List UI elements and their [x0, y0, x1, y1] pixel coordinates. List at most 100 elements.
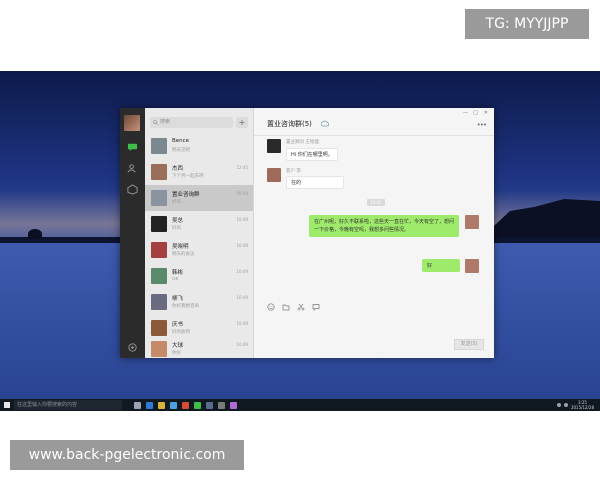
emoji-icon[interactable]	[267, 296, 275, 311]
user-avatar[interactable]	[124, 115, 140, 131]
own-message-bubble[interactable]: 好	[422, 259, 460, 272]
chat-item[interactable]: 吴晓明 明天的会议 10:49	[145, 237, 253, 263]
wechat-window: 搜索 + Bence 明天见吧 杰西 下个月一起去吧 12:45 置业咨询群 好…	[120, 108, 494, 358]
chat-snippet: 明天的会议	[172, 252, 195, 257]
message-avatar[interactable]	[267, 139, 281, 153]
chat-name: 吴总	[172, 218, 184, 224]
chat-item[interactable]: 大球 你好 10:49	[145, 336, 253, 362]
chat-item-active[interactable]: 置业咨询群 好的 09:49	[145, 185, 253, 211]
own-message-bubble[interactable]: 在广州呢，好久不联系啦，这些天一直在忙，今天有空了，想问一下价格，今晚有空吗，我…	[309, 215, 459, 237]
compose-toolbar	[267, 296, 320, 311]
chat-snippet: 好的收到	[172, 330, 190, 335]
url-watermark-label: www.back-pgelectronic.com	[10, 440, 244, 470]
message-timestamp: 10:41	[367, 199, 385, 206]
wechat-sidebar	[120, 108, 145, 358]
scissors-icon[interactable]	[297, 296, 305, 311]
chat-name: 大球	[172, 343, 184, 349]
task-view-icon[interactable]	[134, 401, 141, 409]
taskbar-clock[interactable]: 3:25 2015/12/28	[571, 400, 594, 410]
chat-time: 10:49	[236, 321, 248, 326]
windows-start-icon[interactable]	[0, 399, 14, 411]
search-placeholder: 搜索	[160, 119, 171, 125]
chat-avatar	[151, 138, 167, 154]
network-icon[interactable]	[556, 403, 561, 407]
explorer-icon[interactable]	[158, 401, 165, 409]
chat-time: 12:45	[236, 165, 248, 170]
search-input[interactable]: 搜索	[150, 117, 233, 128]
chat-name: 置业咨询群	[172, 192, 200, 198]
cloud-icon	[321, 120, 329, 127]
chat-list: 搜索 + Bence 明天见吧 杰西 下个月一起去吧 12:45 置业咨询群 好…	[145, 108, 254, 358]
chat-name: Bence	[172, 138, 190, 144]
chat-snippet: 你好	[172, 351, 181, 356]
message-sender: 客户 李	[286, 169, 301, 174]
app-icon[interactable]	[206, 401, 213, 409]
chat-snippet: 好的	[172, 200, 181, 205]
chat-item[interactable]: Bence 明天见吧	[145, 133, 253, 159]
folder-icon[interactable]	[282, 296, 290, 311]
chat-name: 杰西	[172, 166, 184, 172]
desktop-screenshot: 搜索 + Bence 明天见吧 杰西 下个月一起去吧 12:45 置业咨询群 好…	[0, 71, 600, 411]
app-icon[interactable]	[182, 401, 189, 409]
chat-name: 柳飞	[172, 296, 184, 302]
chat-name: 韩彬	[172, 270, 184, 276]
own-avatar[interactable]	[465, 259, 479, 273]
taskbar-search-input[interactable]: 在这里输入你要搜索的内容	[14, 400, 122, 410]
chat-time: 10:49	[236, 342, 248, 347]
chat-time: 10:49	[236, 243, 248, 248]
close-icon[interactable]: ✕	[484, 110, 488, 116]
volume-icon[interactable]	[563, 403, 568, 407]
tree-silhouette	[28, 229, 42, 239]
conversation-pane: 置业咨询群(5) — □ ✕ ••• 置业顾问 王经理 Hi 你们在哪里啊。 客…	[254, 108, 494, 358]
chat-icon[interactable]	[127, 141, 138, 152]
chat-item[interactable]: 韩彬 OK 10:49	[145, 263, 253, 289]
chat-snippet: 你好我想咨询	[172, 304, 199, 309]
minimize-icon[interactable]: —	[463, 110, 468, 116]
message-avatar[interactable]	[267, 168, 281, 182]
store-icon[interactable]	[170, 401, 177, 409]
page: 搜索 + Bence 明天见吧 杰西 下个月一起去吧 12:45 置业咨询群 好…	[0, 0, 600, 480]
chat-time: 09:49	[236, 191, 248, 196]
search-icon	[153, 120, 158, 125]
add-chat-button[interactable]: +	[236, 117, 248, 128]
chat-avatar	[151, 242, 167, 258]
maximize-icon[interactable]: □	[473, 110, 478, 116]
send-button[interactable]: 发送(S)	[454, 339, 484, 350]
tg-watermark-label: TG: MYYJJPP	[465, 9, 589, 39]
contacts-icon[interactable]	[127, 163, 138, 174]
chat-bubble-icon[interactable]	[312, 296, 320, 311]
system-tray: 3:25 2015/12/28	[556, 400, 600, 410]
chat-item[interactable]: 吴总 好的 10:49	[145, 211, 253, 237]
chat-item[interactable]: 杰西 下个月一起去吧 12:45	[145, 159, 253, 185]
chat-avatar	[151, 341, 167, 357]
chat-avatar	[151, 190, 167, 206]
chat-snippet: 明天见吧	[172, 148, 190, 153]
message-bubble[interactable]: 在的	[286, 176, 344, 189]
wechat-taskbar-icon[interactable]	[194, 401, 201, 409]
chat-avatar	[151, 164, 167, 180]
taskbar-apps	[134, 401, 237, 409]
chat-avatar	[151, 320, 167, 336]
chat-avatar	[151, 268, 167, 284]
favorites-icon[interactable]	[127, 184, 138, 195]
app-icon[interactable]	[218, 401, 225, 409]
app-icon[interactable]	[230, 401, 237, 409]
conversation-title: 置业咨询群(5)	[267, 120, 312, 128]
chat-snippet: 下个月一起去吧	[172, 174, 204, 179]
clock-date: 2015/12/28	[570, 405, 594, 410]
own-avatar[interactable]	[465, 215, 479, 229]
windows-taskbar: 在这里输入你要搜索的内容 3:25 2015/12/28	[0, 399, 600, 411]
chat-item[interactable]: 柳飞 你好我想咨询 10:49	[145, 289, 253, 315]
message-bubble[interactable]: Hi 你们在哪里啊。	[286, 148, 338, 161]
chat-snippet: 好的	[172, 226, 181, 231]
edge-icon[interactable]	[146, 401, 153, 409]
chat-name: 吴晓明	[172, 244, 189, 250]
chat-time: 10:49	[236, 269, 248, 274]
chat-snippet: OK	[172, 277, 179, 282]
settings-icon[interactable]	[127, 342, 138, 353]
chat-time: 10:49	[236, 295, 248, 300]
chat-avatar	[151, 294, 167, 310]
more-options-icon[interactable]: •••	[477, 121, 487, 129]
message-sender: 置业顾问 王经理	[286, 140, 319, 145]
chat-avatar	[151, 216, 167, 232]
